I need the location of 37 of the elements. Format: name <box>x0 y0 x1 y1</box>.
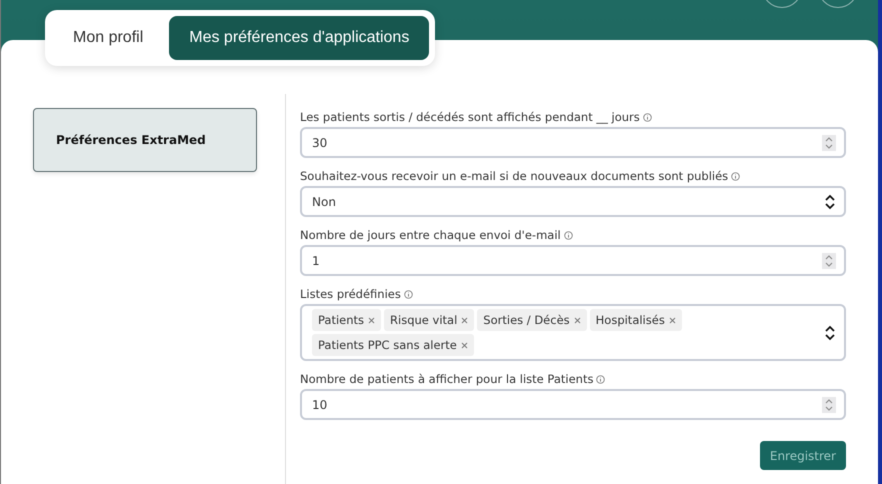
field-label: Nombre de jours entre chaque envoi d'e-mail <box>300 228 561 242</box>
field-label: Nombre de patients à afficher pour la liste Patients <box>300 372 594 386</box>
caret-icon[interactable] <box>824 194 836 210</box>
spinner-icon[interactable] <box>822 396 836 412</box>
field-label: Souhaitez-vous recevoir un e-mail si de nouveaux documents sont publiés <box>300 169 728 183</box>
info-icon <box>404 290 413 298</box>
info-icon <box>731 172 740 180</box>
spinner-icon[interactable] <box>822 134 836 150</box>
select-field[interactable]: Non <box>300 186 846 217</box>
info-icon <box>642 112 652 122</box>
close-icon[interactable] <box>368 316 376 324</box>
field-label: Les patients sortis / décédés sont affichés pendant __ jours <box>300 110 640 124</box>
close-icon[interactable] <box>668 316 676 324</box>
close-icon[interactable] <box>574 316 581 324</box>
spinner-icon[interactable] <box>822 252 836 268</box>
info-icon <box>596 374 606 384</box>
tag-label: Risque vital <box>390 313 458 327</box>
field-label: Listes prédéfinies <box>300 287 401 301</box>
tag-label: Patients <box>318 313 364 327</box>
field-value: Non <box>312 194 337 208</box>
tab[interactable]: Mon profil <box>53 16 164 60</box>
close-icon[interactable] <box>460 342 468 348</box>
multi-select-field[interactable]: Patients Risque vital Sorties / Décès Hospitalisés Patients PPC sans alerte <box>300 304 846 361</box>
sidebar-item[interactable]: Préférences ExtraMed <box>33 108 257 172</box>
tag-label: Hospitalisés <box>596 313 665 327</box>
number-field[interactable]: 1 <box>300 245 846 276</box>
close-icon[interactable] <box>461 316 468 324</box>
number-field[interactable]: 10 <box>300 389 846 420</box>
tab[interactable]: Mes préférences d'applications <box>169 16 430 60</box>
number-field[interactable]: 30 <box>300 127 846 158</box>
field-value: 30 <box>312 136 328 150</box>
tag-label: Sorties / Décès <box>483 313 570 327</box>
field-value: 10 <box>312 398 328 412</box>
caret-icon[interactable] <box>824 324 836 340</box>
info-icon <box>564 230 573 240</box>
field-value: 1 <box>312 254 321 268</box>
tag-label: Patients PPC sans alerte <box>318 338 457 352</box>
